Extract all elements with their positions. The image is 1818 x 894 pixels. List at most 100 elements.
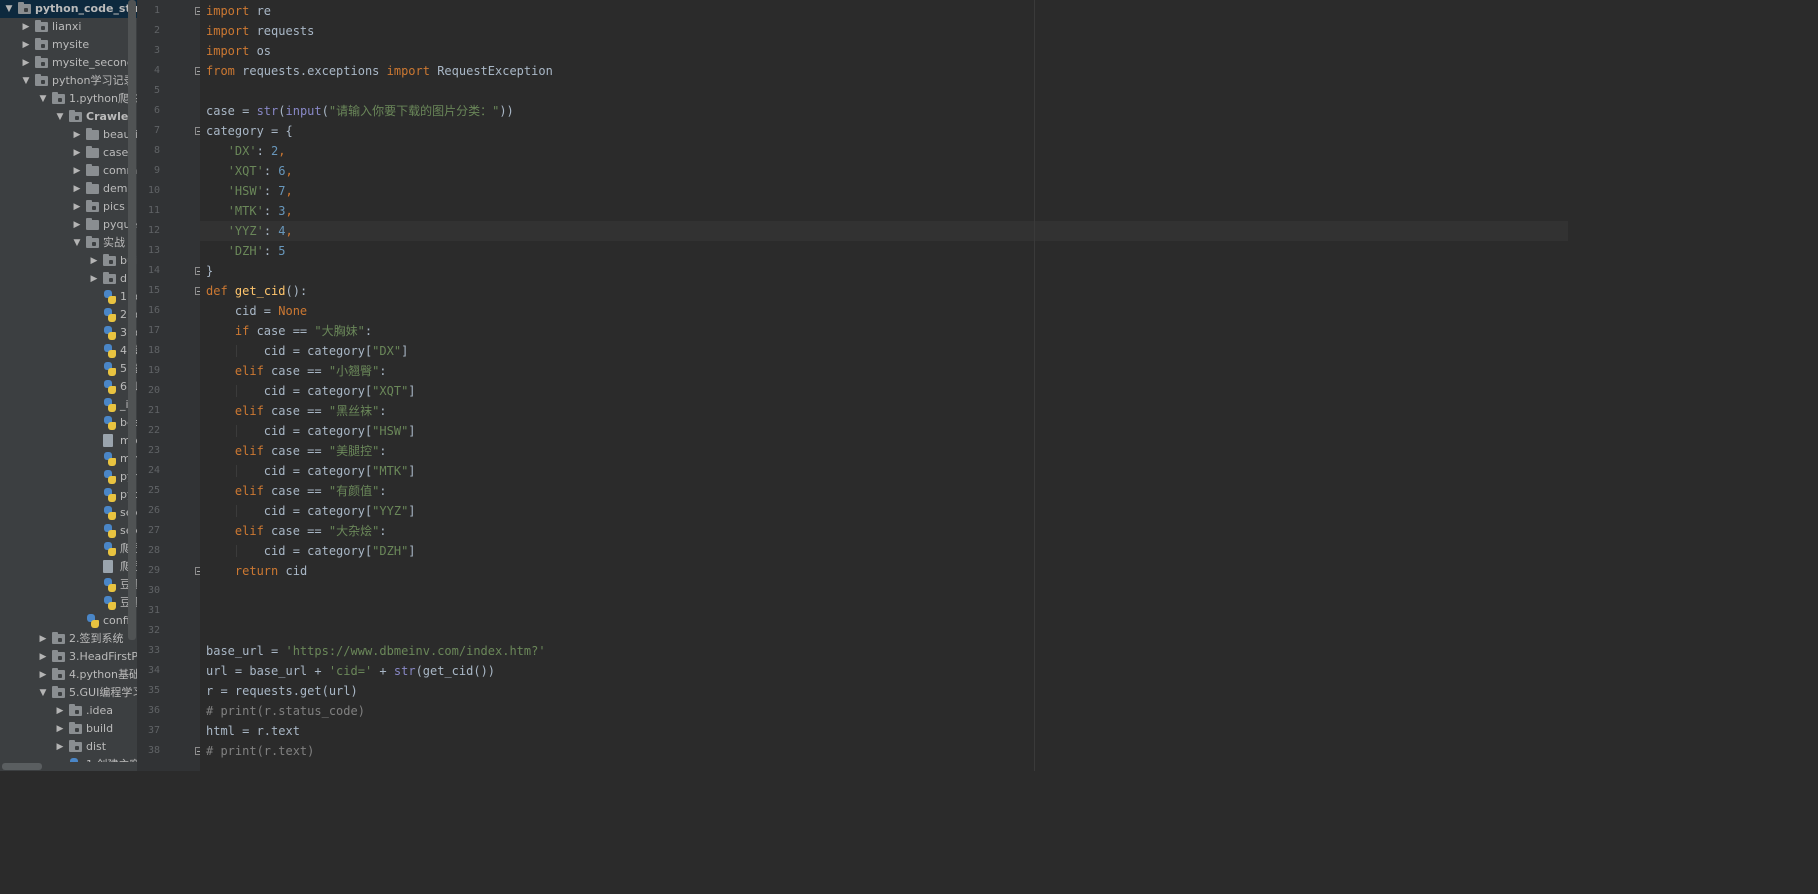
code-line[interactable]: cid = category["DZH"]	[206, 541, 416, 561]
tree-item[interactable]: ▼ 1.python爬虫	[0, 90, 137, 108]
tree-item[interactable]: ▶ build	[0, 720, 137, 738]
expand-arrow-right-icon[interactable]: ▶	[89, 252, 99, 270]
expand-arrow-right-icon[interactable]: ▶	[72, 144, 82, 162]
tree-item[interactable]: pyc	[0, 486, 137, 504]
horizontal-scrollbar-thumb[interactable]	[2, 763, 42, 770]
expand-arrow-right-icon[interactable]: ▶	[21, 36, 31, 54]
tree-item[interactable]: ▶commo	[0, 162, 137, 180]
tree-item[interactable]: bea	[0, 414, 137, 432]
expand-arrow-right-icon[interactable]: ▶	[55, 738, 65, 756]
code-line[interactable]: 'DZH': 5	[206, 241, 286, 261]
expand-arrow-right-icon[interactable]: ▶	[55, 720, 65, 738]
expand-arrow-right-icon[interactable]: ▶	[38, 666, 48, 684]
tree-item[interactable]: 6.爬	[0, 378, 137, 396]
expand-arrow-right-icon[interactable]: ▶	[89, 270, 99, 288]
code-line[interactable]: if case == "大胸妹":	[206, 321, 372, 341]
expand-arrow-right-icon[interactable]: ▶	[72, 216, 82, 234]
tree-item[interactable]: ▶bui	[0, 252, 137, 270]
code-line[interactable]: case = str(input("请输入你要下载的图片分类："))	[206, 101, 514, 121]
tree-item[interactable]: ▶ dist	[0, 738, 137, 756]
code-line[interactable]: # print(r.text)	[206, 741, 314, 761]
tree-item[interactable]: 豆瓣	[0, 576, 137, 594]
code-line[interactable]: url = base_url + 'cid=' + str(get_cid())	[206, 661, 495, 681]
expand-arrow-right-icon[interactable]: ▶	[21, 18, 31, 36]
tree-item[interactable]: pyr	[0, 468, 137, 486]
code-line[interactable]: # print(r.status_code)	[206, 701, 365, 721]
code-line[interactable]: import os	[206, 41, 271, 61]
expand-arrow-right-icon[interactable]: ▶	[38, 630, 48, 648]
tree-item[interactable]: ▶ 3.HeadFirstPy	[0, 648, 137, 666]
code-line[interactable]: 'XQT': 6,	[206, 161, 293, 181]
tree-item[interactable]: sele	[0, 504, 137, 522]
tree-item[interactable]: ▼ Crawler	[0, 108, 137, 126]
code-line[interactable]: import re	[206, 1, 271, 21]
code-line[interactable]: r = requests.get(url)	[206, 681, 358, 701]
tree-item[interactable]: ▶ lianxi	[0, 18, 137, 36]
expand-arrow-down-icon[interactable]: ▼	[38, 90, 48, 108]
code-line[interactable]: elif case == "大杂烩":	[206, 521, 387, 541]
code-line[interactable]: cid = category["XQT"]	[206, 381, 416, 401]
code-line[interactable]: cid = None	[206, 301, 307, 321]
expand-arrow-right-icon[interactable]: ▶	[55, 702, 65, 720]
expand-arrow-right-icon[interactable]: ▶	[72, 126, 82, 144]
code-line[interactable]: elif case == "黑丝袜":	[206, 401, 387, 421]
tree-item[interactable]: config.	[0, 612, 137, 630]
code-line[interactable]: base_url = 'https://www.dbmeinv.com/inde…	[206, 641, 546, 661]
tree-item[interactable]: mo	[0, 432, 137, 450]
expand-arrow-down-icon[interactable]: ▼	[72, 234, 82, 252]
code-line[interactable]: }	[206, 261, 213, 281]
expand-arrow-right-icon[interactable]: ▶	[38, 648, 48, 666]
tree-item[interactable]: ▼ python_code_study	[0, 0, 137, 18]
tree-item[interactable]: ▶ beauti	[0, 126, 137, 144]
code-line[interactable]: cid = category["MTK"]	[206, 461, 416, 481]
code-line[interactable]: def get_cid():	[206, 281, 307, 301]
expand-arrow-right-icon[interactable]: ▶	[21, 54, 31, 72]
tree-item[interactable]: ▶ mysite	[0, 36, 137, 54]
code-editor[interactable]: import re import requests import os from re…	[200, 0, 1568, 771]
tree-item[interactable]: 豆瓣	[0, 594, 137, 612]
tree-item[interactable]: 爬显	[0, 558, 137, 576]
expand-arrow-right-icon[interactable]: ▶	[72, 162, 82, 180]
tree-item[interactable]: ▼ python学习记录	[0, 72, 137, 90]
tree-item[interactable]: 4.多	[0, 342, 137, 360]
code-line[interactable]: return cid	[206, 561, 307, 581]
expand-arrow-right-icon[interactable]: ▶	[72, 180, 82, 198]
code-line[interactable]: elif case == "有颜值":	[206, 481, 387, 501]
code-line[interactable]: html = r.text	[206, 721, 300, 741]
expand-arrow-down-icon[interactable]: ▼	[38, 684, 48, 702]
expand-arrow-down-icon[interactable]: ▼	[4, 0, 14, 18]
expand-arrow-down-icon[interactable]: ▼	[21, 72, 31, 90]
tree-item[interactable]: ▶ demo	[0, 180, 137, 198]
tree-item[interactable]: sele	[0, 522, 137, 540]
code-line[interactable]: 'YYZ': 4,	[206, 221, 293, 241]
code-line[interactable]: elif case == "小翘臀":	[206, 361, 387, 381]
tree-item[interactable]: ▼ 实战	[0, 234, 137, 252]
tree-item[interactable]: ▶ pics	[0, 198, 137, 216]
code-line[interactable]: category = {	[206, 121, 293, 141]
expand-arrow-down-icon[interactable]: ▼	[55, 108, 65, 126]
tree-item[interactable]: ▶dis	[0, 270, 137, 288]
code-line[interactable]: cid = category["YYZ"]	[206, 501, 416, 521]
code-line[interactable]: 'HSW': 7,	[206, 181, 293, 201]
tree-item[interactable]: 3.re	[0, 324, 137, 342]
tree-item[interactable]: ▶ .idea	[0, 702, 137, 720]
tree-item[interactable]: 1.re	[0, 288, 137, 306]
tree-item[interactable]: ▶ 4.python基础	[0, 666, 137, 684]
tree-item[interactable]: my	[0, 450, 137, 468]
expand-arrow-right-icon[interactable]: ▶	[72, 198, 82, 216]
project-tree-scrollbar[interactable]	[128, 0, 136, 640]
project-tree-horizontal-scrollbar[interactable]	[0, 762, 137, 771]
code-line[interactable]: 'MTK': 3,	[206, 201, 293, 221]
tree-item[interactable]: 爬显	[0, 540, 137, 558]
tree-item[interactable]: ▶pyquer	[0, 216, 137, 234]
tree-item[interactable]: ▶ 2.签到系统	[0, 630, 137, 648]
code-line[interactable]: from requests.exceptions import RequestE…	[206, 61, 553, 81]
tree-item[interactable]: 2.re	[0, 306, 137, 324]
code-line[interactable]: cid = category["HSW"]	[206, 421, 416, 441]
code-line[interactable]: elif case == "美腿控":	[206, 441, 387, 461]
code-line[interactable]: import requests	[206, 21, 314, 41]
tree-item[interactable]: ▶ case	[0, 144, 137, 162]
tree-item[interactable]: _in	[0, 396, 137, 414]
tree-item[interactable]: ▼ 5.GUI编程学习	[0, 684, 137, 702]
tree-item[interactable]: 5.基	[0, 360, 137, 378]
